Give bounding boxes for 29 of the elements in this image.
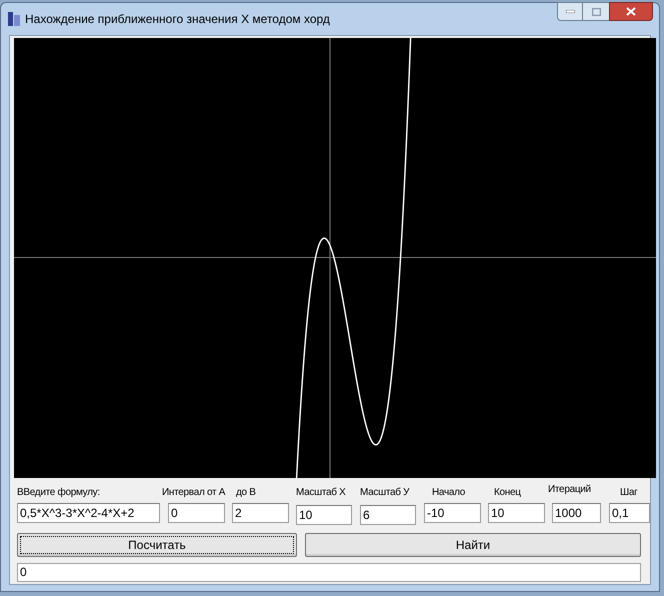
field-label: до В	[236, 486, 256, 500]
input-field[interactable]: 1000	[552, 503, 601, 523]
field-label: Итераций	[548, 483, 591, 497]
field-label: Масштаб X	[296, 486, 346, 500]
input-field[interactable]: 10	[296, 505, 352, 525]
close-button[interactable]	[609, 2, 653, 21]
action-button[interactable]: Найти	[305, 533, 641, 557]
input-field[interactable]: 0	[168, 503, 225, 523]
result-field[interactable]: 0	[17, 562, 641, 582]
minimize-icon	[566, 10, 574, 13]
input-field[interactable]: -10	[424, 503, 481, 523]
maximize-button[interactable]	[583, 2, 609, 21]
close-icon	[626, 7, 636, 16]
field-label: Масштаб У	[360, 486, 410, 500]
input-field[interactable]: 0,5*X^3-3*X^2-4*X+2	[17, 503, 160, 523]
field-label: Интервал от А	[162, 486, 226, 500]
maximize-icon	[592, 8, 600, 16]
input-field[interactable]: 10	[488, 503, 545, 523]
app-icon	[7, 11, 21, 27]
input-field[interactable]: 6	[360, 505, 416, 525]
field-label: Конец	[494, 486, 521, 500]
action-button[interactable]: Посчитать	[17, 533, 297, 557]
input-field[interactable]: 0,1	[609, 503, 650, 523]
input-field[interactable]: 2	[232, 503, 289, 523]
field-label: Шаг	[620, 486, 638, 500]
field-label: Начало	[432, 486, 466, 500]
minimize-button[interactable]	[557, 2, 583, 21]
field-label: ВВедите формулу:	[17, 486, 100, 500]
window-title: Нахождение приближенного значения X методом хорд	[25, 11, 330, 28]
